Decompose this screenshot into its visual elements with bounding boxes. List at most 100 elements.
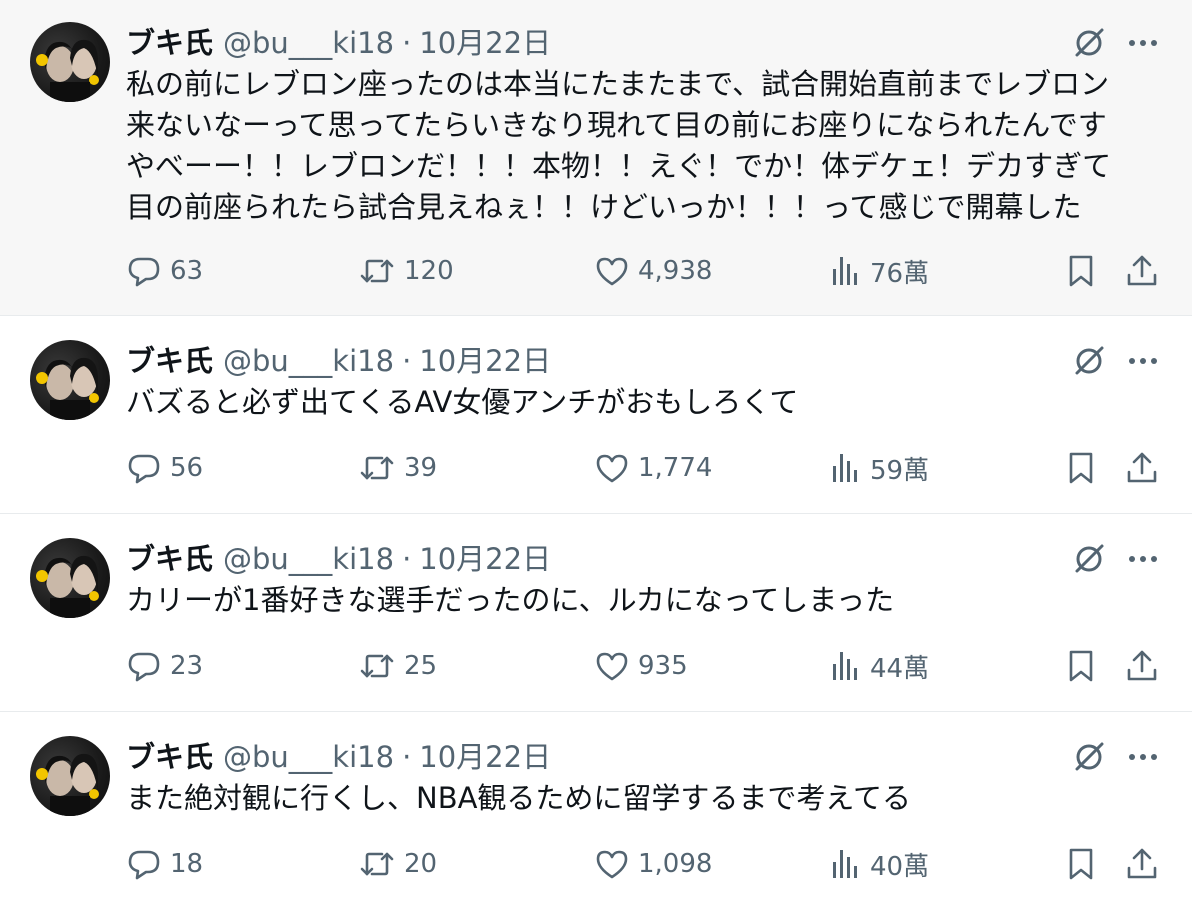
timestamp[interactable]: 10月22日: [419, 740, 551, 774]
reply-button[interactable]: 18: [126, 844, 203, 884]
bookmark-icon: [1069, 848, 1093, 880]
bar-chart-icon: [833, 257, 857, 285]
views-button[interactable]: 40萬: [830, 844, 929, 884]
retweet-count: 25: [404, 651, 438, 681]
bar-chart-icon: [833, 454, 857, 482]
tweet[interactable]: ブキ氏 @bu___ki18 · 10月22日 カリーが1番好きな選手だったのに…: [0, 514, 1192, 712]
tweet-text: また絶対観に行くし、NBA観るために留学するまで考えてる: [126, 781, 911, 815]
handle[interactable]: @bu___ki18: [223, 542, 394, 576]
view-count: 40萬: [870, 851, 930, 882]
tweet-feed: ブキ氏 @bu___ki18 · 10月22日 私の前にレブロン座ったのは本当に…: [0, 0, 1192, 906]
speech-bubble-icon: [128, 850, 160, 880]
avatar[interactable]: [30, 340, 110, 420]
like-count: 1,774: [638, 453, 713, 483]
share-upload-icon: [1127, 255, 1157, 286]
ellipsis-icon[interactable]: [1126, 26, 1160, 60]
tweet-header: ブキ氏 @bu___ki18 · 10月22日: [126, 344, 551, 378]
handle[interactable]: @bu___ki18: [223, 26, 394, 60]
retweet-button[interactable]: 25: [358, 646, 437, 686]
bookmark-button[interactable]: [1064, 448, 1106, 488]
action-bar: 23 25 935 44萬: [0, 646, 1192, 686]
grok-slash-circle-icon[interactable]: [1072, 344, 1106, 378]
grok-slash-circle-icon[interactable]: [1072, 26, 1106, 60]
separator-dot: ·: [402, 344, 412, 378]
view-count: 76萬: [870, 258, 930, 289]
speech-bubble-icon: [128, 652, 160, 682]
views-button[interactable]: 76萬: [830, 251, 929, 291]
reply-count: 56: [170, 453, 204, 483]
separator-dot: ·: [402, 542, 412, 576]
share-upload-icon: [1127, 452, 1157, 483]
bookmark-icon: [1069, 255, 1093, 287]
bar-chart-icon: [833, 652, 857, 680]
ellipsis-icon[interactable]: [1126, 740, 1160, 774]
tweet-text: バズると必ず出てくるAV女優アンチがおもしろくて: [126, 385, 799, 419]
views-button[interactable]: 59萬: [830, 448, 929, 488]
share-button[interactable]: [1124, 448, 1168, 488]
avatar[interactable]: [30, 538, 110, 618]
retweet-button[interactable]: 120: [358, 251, 454, 291]
separator-dot: ·: [402, 26, 412, 60]
heart-icon: [596, 652, 628, 681]
bookmark-icon: [1069, 452, 1093, 484]
display-name[interactable]: ブキ氏: [126, 26, 213, 60]
retweet-count: 39: [404, 453, 438, 483]
tweet-header: ブキ氏 @bu___ki18 · 10月22日: [126, 26, 551, 60]
reply-button[interactable]: 56: [126, 448, 203, 488]
display-name[interactable]: ブキ氏: [126, 344, 213, 378]
avatar[interactable]: [30, 22, 110, 102]
separator-dot: ·: [402, 740, 412, 774]
tweet-text: カリーが1番好きな選手だったのに、ルカになってしまった: [126, 583, 895, 617]
grok-slash-circle-icon[interactable]: [1072, 740, 1106, 774]
retweet-arrows-icon: [360, 852, 394, 876]
speech-bubble-icon: [128, 454, 160, 484]
view-count: 44萬: [870, 653, 930, 684]
like-button[interactable]: 1,098: [594, 844, 712, 884]
heart-icon: [596, 850, 628, 879]
share-button[interactable]: [1124, 844, 1168, 884]
share-upload-icon: [1127, 848, 1157, 879]
timestamp[interactable]: 10月22日: [419, 542, 551, 576]
ellipsis-icon[interactable]: [1126, 344, 1160, 378]
like-button[interactable]: 4,938: [594, 251, 712, 291]
ellipsis-icon[interactable]: [1126, 542, 1160, 576]
display-name[interactable]: ブキ氏: [126, 740, 213, 774]
bookmark-button[interactable]: [1064, 251, 1106, 291]
tweet-header: ブキ氏 @bu___ki18 · 10月22日: [126, 740, 551, 774]
retweet-arrows-icon: [360, 259, 394, 283]
view-count: 59萬: [870, 455, 930, 486]
display-name[interactable]: ブキ氏: [126, 542, 213, 576]
like-count: 1,098: [638, 849, 713, 879]
handle[interactable]: @bu___ki18: [223, 344, 394, 378]
grok-slash-circle-icon[interactable]: [1072, 542, 1106, 576]
like-button[interactable]: 935: [594, 646, 688, 686]
tweet-text: 私の前にレブロン座ったのは本当にたまたまで、試合開始直前までレブロン 来ないなー…: [126, 67, 1112, 224]
retweet-button[interactable]: 39: [358, 448, 437, 488]
action-bar: 56 39 1,774 59萬: [0, 448, 1192, 488]
action-bar: 63 120 4,938 76萬: [0, 251, 1192, 291]
avatar[interactable]: [30, 736, 110, 816]
reply-count: 18: [170, 849, 204, 879]
heart-icon: [596, 454, 628, 483]
speech-bubble-icon: [128, 257, 160, 287]
tweet[interactable]: ブキ氏 @bu___ki18 · 10月22日 私の前にレブロン座ったのは本当に…: [0, 0, 1192, 316]
reply-count: 63: [170, 256, 204, 286]
tweet[interactable]: ブキ氏 @bu___ki18 · 10月22日 バズると必ず出てくるAV女優アン…: [0, 316, 1192, 514]
views-button[interactable]: 44萬: [830, 646, 929, 686]
bookmark-button[interactable]: [1064, 844, 1106, 884]
share-upload-icon: [1127, 650, 1157, 681]
timestamp[interactable]: 10月22日: [419, 26, 551, 60]
tweet-header: ブキ氏 @bu___ki18 · 10月22日: [126, 542, 551, 576]
bookmark-button[interactable]: [1064, 646, 1106, 686]
share-button[interactable]: [1124, 646, 1168, 686]
reply-button[interactable]: 63: [126, 251, 203, 291]
action-bar: 18 20 1,098 40萬: [0, 844, 1192, 884]
heart-icon: [596, 257, 628, 286]
reply-button[interactable]: 23: [126, 646, 203, 686]
handle[interactable]: @bu___ki18: [223, 740, 394, 774]
share-button[interactable]: [1124, 251, 1168, 291]
like-button[interactable]: 1,774: [594, 448, 712, 488]
retweet-button[interactable]: 20: [358, 844, 437, 884]
timestamp[interactable]: 10月22日: [419, 344, 551, 378]
tweet[interactable]: ブキ氏 @bu___ki18 · 10月22日 また絶対観に行くし、NBA観るた…: [0, 712, 1192, 906]
